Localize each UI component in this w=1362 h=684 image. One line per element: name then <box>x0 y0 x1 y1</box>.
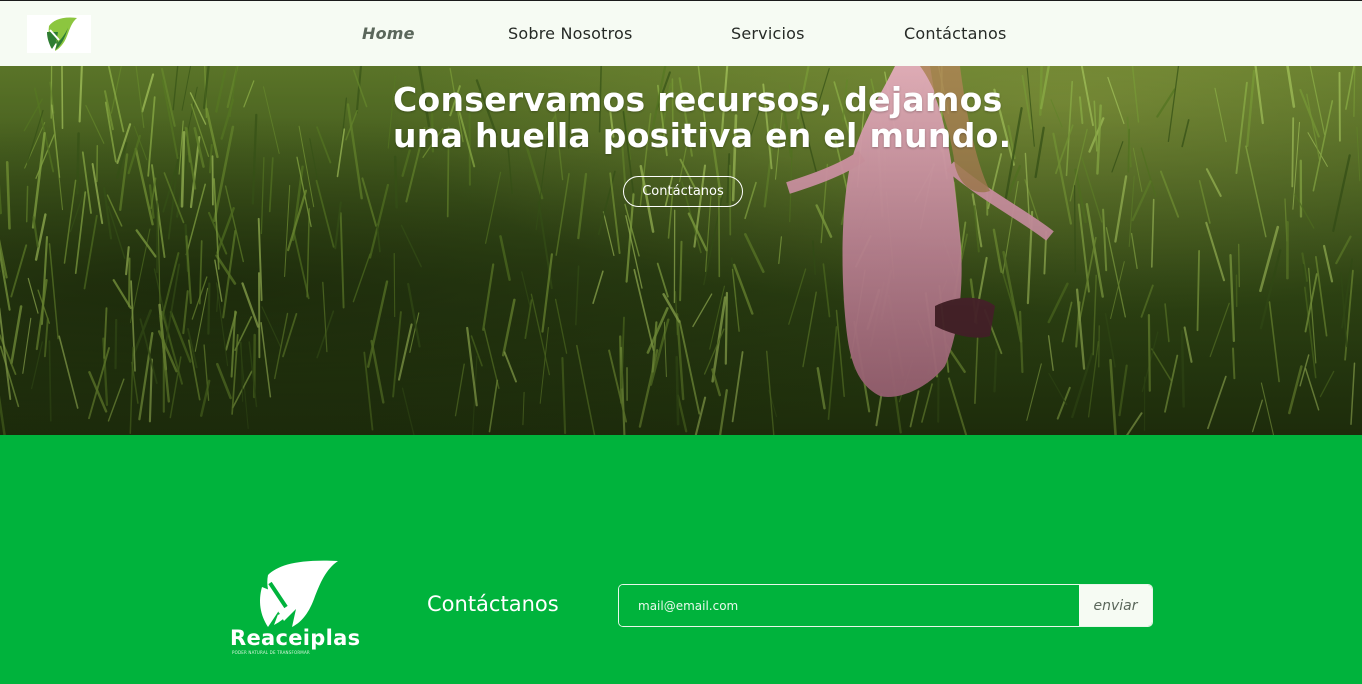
email-subscribe-form: enviar <box>618 584 1153 627</box>
leaf-arrow-icon <box>47 17 77 51</box>
contact-heading: Contáctanos <box>427 592 559 616</box>
nav-link-sobre-nosotros[interactable]: Sobre Nosotros <box>508 24 633 46</box>
hero-title-line-2: una huella positiva en el mundo. <box>393 116 1012 155</box>
brand-tagline: PODER NATURAL DE TRANSFORMAR <box>232 650 310 655</box>
brand-name: Reaceiplas <box>230 626 361 650</box>
send-button[interactable]: enviar <box>1079 585 1152 626</box>
hero-title: Conservamos recursos, dejamos una huella… <box>393 80 1012 155</box>
footer: Reaceiplas PODER NATURAL DE TRANSFORMAR … <box>0 435 1362 684</box>
nav-link-contactanos[interactable]: Contáctanos <box>904 24 1007 46</box>
nav-link-servicios[interactable]: Servicios <box>731 24 805 46</box>
hero-title-line-1: Conservamos recursos, dejamos <box>393 80 1003 119</box>
page: Home Sobre Nosotros Servicios Contáctano… <box>0 0 1362 684</box>
hero-contact-button[interactable]: Contáctanos <box>623 176 743 207</box>
nav-link-home[interactable]: Home <box>362 24 415 46</box>
hero-section: Conservamos recursos, dejamos una huella… <box>0 66 1362 435</box>
email-input[interactable] <box>619 585 1079 626</box>
navbar: Home Sobre Nosotros Servicios Contáctano… <box>0 0 1362 66</box>
header-logo[interactable] <box>27 15 91 53</box>
